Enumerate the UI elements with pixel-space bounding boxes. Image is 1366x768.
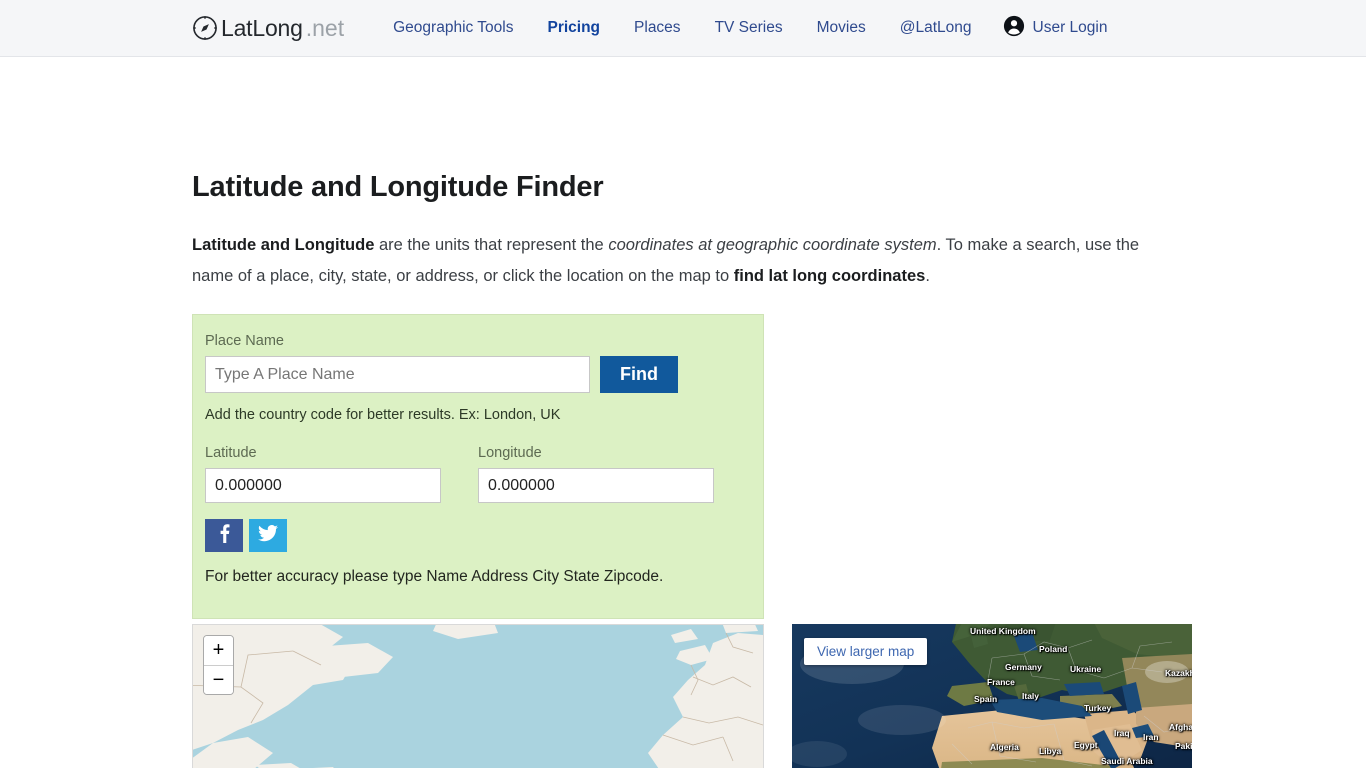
brand-name: LatLong xyxy=(221,14,303,41)
latlong-finder-panel: Place Name Find Add the country code for… xyxy=(192,314,764,619)
country-code-hint: Add the country code for better results.… xyxy=(205,407,561,423)
top-navigation-bar: LatLong .net Geographic Tools Pricing Pl… xyxy=(0,0,1366,57)
zoom-out-button[interactable]: − xyxy=(204,664,233,694)
user-login-label: User Login xyxy=(1032,19,1108,36)
facebook-share-button[interactable] xyxy=(205,519,243,552)
intro-italic: coordinates at geographic coordinate sys… xyxy=(608,236,937,254)
leaflet-map[interactable]: + − xyxy=(192,623,764,768)
compass-icon xyxy=(192,15,218,41)
latitude-input[interactable] xyxy=(205,468,441,503)
find-button[interactable]: Find xyxy=(600,356,678,393)
main-content: Latitude and Longitude Finder Latitude a… xyxy=(0,57,1366,768)
intro-bold-lead: Latitude and Longitude xyxy=(192,236,375,254)
intro-part1: are the units that represent the xyxy=(374,236,609,254)
user-account-icon xyxy=(1003,15,1025,42)
site-logo-link[interactable]: LatLong .net xyxy=(192,15,344,42)
view-larger-map-button[interactable]: View larger map xyxy=(804,637,928,665)
place-name-input[interactable] xyxy=(205,356,590,393)
nav-links: Geographic Tools Pricing Places TV Serie… xyxy=(376,9,1121,48)
facebook-icon xyxy=(219,523,230,548)
user-login-link[interactable]: User Login xyxy=(989,9,1122,48)
coordinates-row: Latitude Longitude xyxy=(205,445,751,503)
intro-paragraph: Latitude and Longitude are the units tha… xyxy=(192,230,1167,292)
nav-item-tv-series[interactable]: TV Series xyxy=(698,13,800,43)
longitude-input[interactable] xyxy=(478,468,714,503)
intro-period: . xyxy=(925,267,930,285)
place-search-row: Find xyxy=(205,356,751,393)
maps-row: + − View larger map United Kingdom Polan… xyxy=(192,623,1366,768)
latitude-label: Latitude xyxy=(205,445,257,461)
page-title: Latitude and Longitude Finder xyxy=(192,171,604,203)
nav-item-places[interactable]: Places xyxy=(617,13,698,43)
social-share-row xyxy=(205,519,751,552)
google-satellite-map[interactable]: View larger map United Kingdom Poland Germ… xyxy=(792,623,1192,768)
brand-tld: .net xyxy=(305,14,345,41)
intro-bold-end: find lat long coordinates xyxy=(733,267,926,285)
zoom-in-button[interactable]: + xyxy=(204,635,233,665)
nav-item-pricing[interactable]: Pricing xyxy=(530,13,617,43)
nav-item-geographic-tools[interactable]: Geographic Tools xyxy=(376,13,530,43)
nav-item-movies[interactable]: Movies xyxy=(800,13,883,43)
twitter-icon xyxy=(258,524,278,547)
longitude-group: Longitude xyxy=(478,445,751,503)
accuracy-note: For better accuracy please type Name Add… xyxy=(205,568,664,585)
longitude-label: Longitude xyxy=(478,445,542,461)
latitude-group: Latitude xyxy=(205,445,478,503)
twitter-share-button[interactable] xyxy=(249,519,287,552)
map-zoom-controls: + − xyxy=(203,634,234,695)
nav-item-at-latlong[interactable]: @LatLong xyxy=(883,13,989,43)
place-name-label: Place Name xyxy=(205,333,284,349)
